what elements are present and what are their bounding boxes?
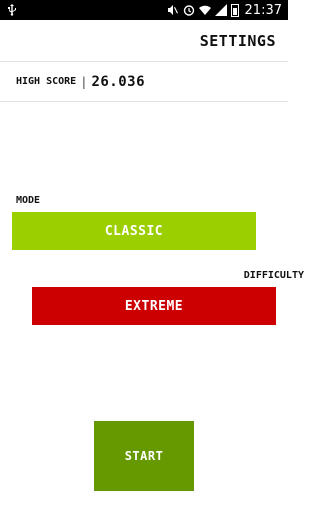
- page-title: SETTINGS: [199, 31, 276, 50]
- high-score-separator: |: [80, 74, 88, 89]
- clock: 21:37: [244, 2, 282, 18]
- mode-button[interactable]: CLASSIC: [12, 212, 256, 250]
- start-button[interactable]: START: [94, 421, 194, 491]
- signal-icon: [214, 3, 227, 17]
- wifi-icon: [198, 3, 211, 17]
- difficulty-label: DIFFICULTY: [243, 270, 304, 281]
- mute-icon: [167, 3, 179, 17]
- battery-icon: [230, 3, 239, 17]
- app-header: SETTINGS: [0, 20, 288, 62]
- mode-label: MODE: [16, 195, 41, 206]
- alarm-icon: [183, 3, 195, 17]
- high-score-bar: HIGH SCORE | 26.036: [0, 62, 288, 102]
- high-score-value: 26.036: [91, 73, 146, 90]
- high-score-label: HIGH SCORE: [16, 76, 77, 87]
- usb-icon: [6, 3, 18, 17]
- difficulty-button[interactable]: EXTREME: [32, 287, 276, 325]
- status-bar: 21:37: [0, 0, 288, 20]
